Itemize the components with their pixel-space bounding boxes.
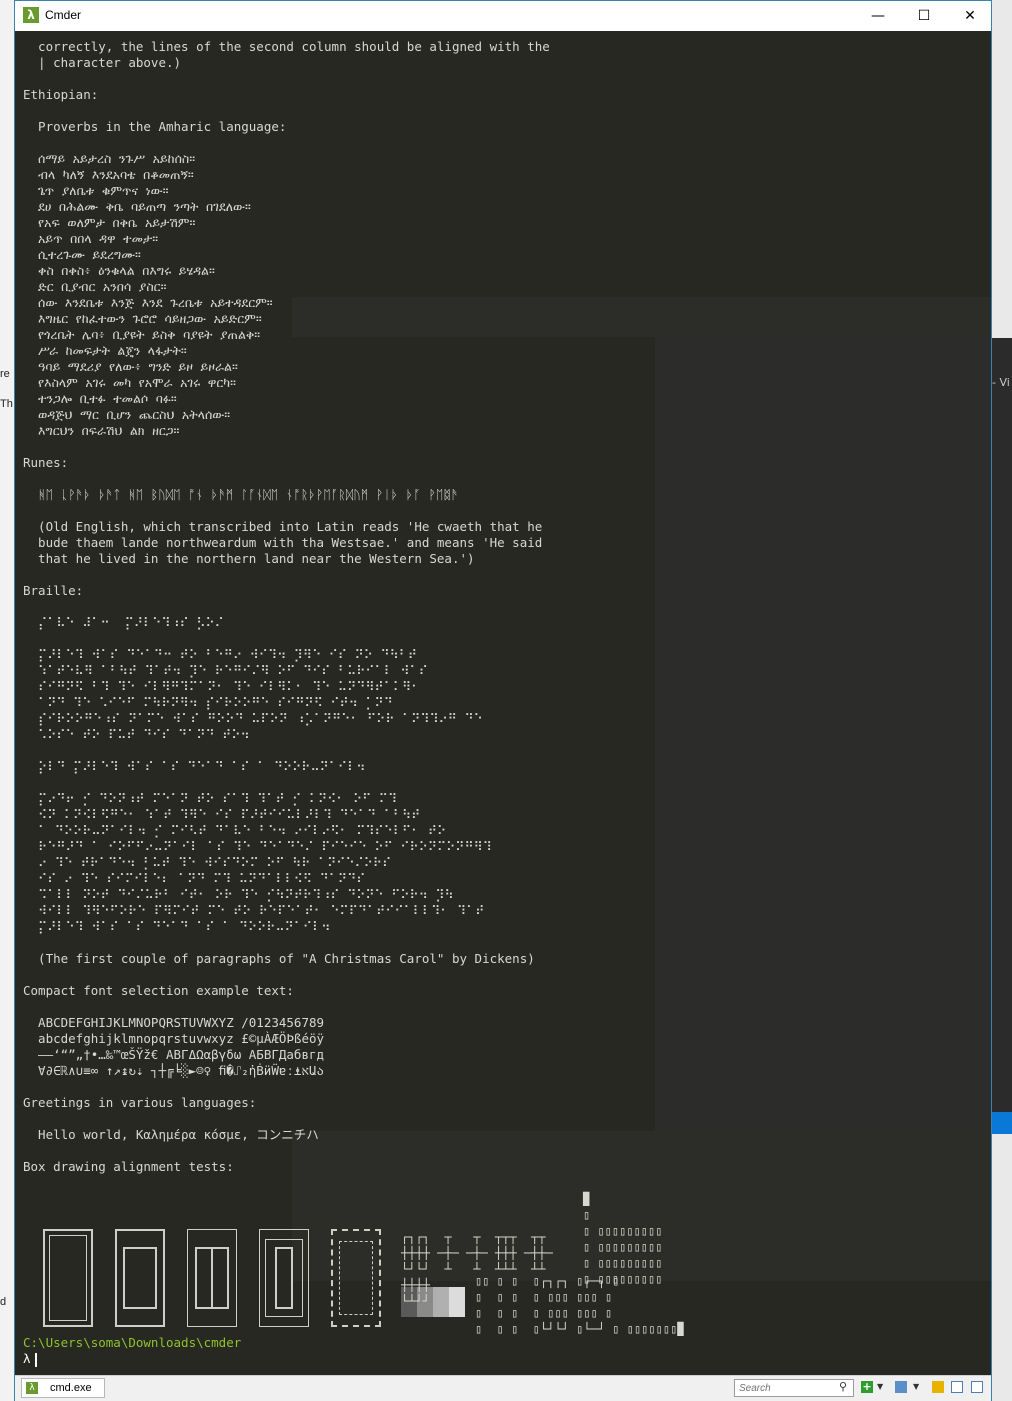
background-desktop-right: - Vi: [992, 0, 1012, 1401]
box-drawing-shape: [275, 1247, 293, 1309]
background-desktop-left: re Th d: [0, 0, 14, 1401]
box-drawing-shape: [49, 1235, 87, 1321]
background-overlay: [655, 337, 991, 1137]
status-bar: λ cmd.exe ⚲ + ▼ ▼: [15, 1375, 991, 1401]
window-title: Cmder: [45, 8, 82, 22]
background-text-fragment: d: [0, 1296, 7, 1308]
background-accent-bar: [992, 1112, 1012, 1134]
lambda-icon: λ: [26, 1382, 38, 1394]
box-drawing-shape: [339, 1241, 373, 1315]
cmder-window: λ Cmder — ☐ ✕ correctly, the lines of th…: [14, 0, 992, 1401]
terminal-output: correctly, the lines of the second colum…: [23, 39, 550, 1174]
tab-label: cmd.exe: [50, 1382, 92, 1394]
box-drawing-shape: [123, 1247, 157, 1309]
prompt-symbol: λ: [23, 1351, 31, 1366]
search-input[interactable]: [734, 1379, 854, 1397]
chevron-down-icon[interactable]: ▼: [913, 1382, 919, 1391]
lambda-icon: λ: [23, 7, 39, 23]
split-panel-icon[interactable]: [951, 1381, 963, 1393]
search-icon[interactable]: ⚲: [839, 1380, 847, 1393]
new-console-icon[interactable]: +: [861, 1381, 873, 1393]
close-button[interactable]: ✕: [947, 1, 993, 31]
console-list-icon[interactable]: [895, 1381, 907, 1393]
tab-cmd-exe[interactable]: λ cmd.exe: [21, 1378, 105, 1398]
box-drawing-shape: [211, 1247, 213, 1309]
console-area[interactable]: correctly, the lines of the second colum…: [15, 31, 991, 1375]
background-window: [992, 338, 1012, 1112]
box-drawing-glyphs: ▯▯ ▯ ▯ ▯┌┐┌┐ ▯┌─┐ ▯ ▯ ▯ ▯ ▯ ▯▯▯ ▯▯▯ ▯ ▯ …: [475, 1274, 685, 1336]
maximize-button[interactable]: ☐: [901, 1, 947, 31]
background-text-fragment: Th: [0, 398, 13, 410]
prompt-path: C:\Users\soma\Downloads\cmder: [23, 1335, 242, 1350]
chevron-down-icon[interactable]: ▼: [877, 1382, 883, 1391]
minimize-button[interactable]: —: [855, 1, 901, 31]
prompt-input-line[interactable]: λ: [23, 1351, 37, 1367]
lock-icon[interactable]: [932, 1381, 944, 1393]
menu-icon[interactable]: [971, 1381, 983, 1393]
background-text-fragment: re: [0, 368, 10, 380]
title-bar[interactable]: λ Cmder — ☐ ✕: [15, 1, 991, 31]
box-drawing-test: ▉ ▯ ▯ ▯▯▯▯▯▯▯▯▯ ▯ ▯▯▯▯▯▯▯▯▯ ▯ ▯▯▯▯▯▯▯▯▯ …: [39, 1191, 699, 1336]
text-cursor: [34, 1352, 37, 1367]
background-text-fragment: - Vi: [992, 376, 1010, 389]
